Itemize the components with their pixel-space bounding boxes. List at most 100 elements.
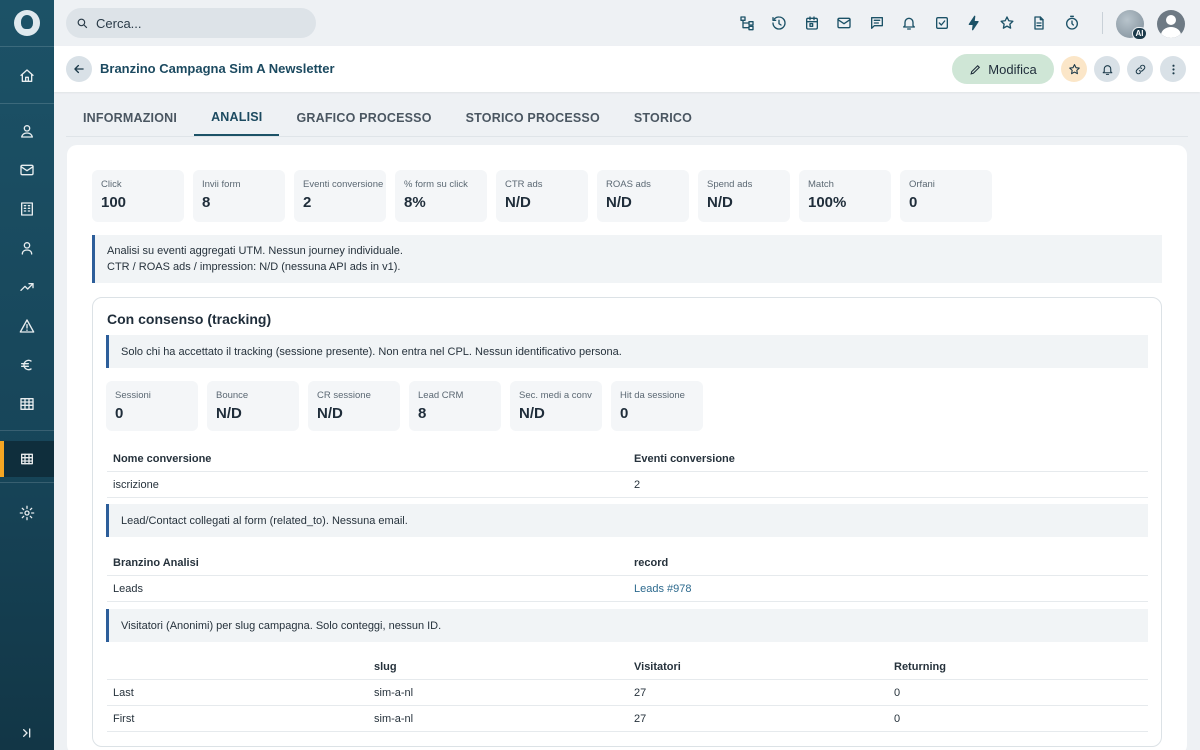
sitemap-icon: [740, 16, 754, 31]
conversions-table: Nome conversione Eventi conversione iscr…: [107, 446, 1148, 498]
notifications-button[interactable]: [897, 11, 921, 35]
kpi-value: N/D: [317, 405, 343, 422]
kpi-value: 8: [418, 405, 427, 422]
timer-icon: [1066, 15, 1078, 30]
more-options-button[interactable]: [1160, 56, 1186, 82]
sidebar-item-analytics[interactable]: [0, 269, 54, 305]
kpi-card: Match 100%: [799, 170, 891, 222]
app-logo[interactable]: [14, 10, 40, 36]
sidebar-item-settings[interactable]: [0, 495, 54, 531]
calendar-icon: [806, 16, 818, 30]
bell-icon: [903, 17, 915, 30]
table-row: Last sim-a-nl 27 0: [107, 680, 1148, 706]
record-tabs: INFORMAZIONI ANALISI GRAFICO PROCESSO ST…: [66, 100, 709, 136]
sidebar-item-tables[interactable]: [0, 386, 54, 422]
copy-link-button[interactable]: [1127, 56, 1153, 82]
kpi-label: Orfani: [909, 179, 935, 190]
mail-button[interactable]: [832, 11, 856, 35]
table-header-row: Branzino Analisi record: [107, 550, 1148, 576]
kpi-label: Lead CRM: [418, 390, 464, 401]
kpi-value: 0: [909, 194, 918, 211]
tasks-button[interactable]: [930, 11, 954, 35]
search-input[interactable]: [96, 15, 296, 31]
topbar-divider: [1102, 12, 1103, 34]
kpi-value: 100: [101, 194, 127, 211]
sidebar-item-mail[interactable]: [0, 152, 54, 188]
info-note-line: Analisi su eventi aggregati UTM. Nessun …: [107, 245, 403, 257]
section-title: Con consenso (tracking): [107, 311, 272, 327]
chat-button[interactable]: [865, 11, 889, 35]
kpi-card: Hit da sessione 0: [611, 381, 703, 431]
settings-icon: [19, 505, 35, 521]
search-box[interactable]: [66, 8, 316, 38]
kpi-label: Sec. medi a conv: [519, 390, 592, 401]
kpi-card: % form su click 8%: [395, 170, 487, 222]
tabs-divider: [66, 136, 1188, 137]
tab-analisi[interactable]: ANALISI: [194, 100, 280, 136]
sidebar-item-finance[interactable]: [0, 347, 54, 383]
column-header: Branzino Analisi: [113, 557, 199, 569]
automation-button[interactable]: [962, 11, 986, 35]
edit-button[interactable]: Modifica: [952, 54, 1054, 84]
sidebar-item-alerts[interactable]: [0, 308, 54, 344]
history-button[interactable]: [767, 11, 791, 35]
kpi-label: Bounce: [216, 390, 249, 401]
documents-button[interactable]: [1027, 11, 1051, 35]
kpi-value: 100%: [808, 194, 847, 211]
kpi-value: N/D: [505, 194, 531, 211]
grid-icon: [21, 453, 33, 465]
kpi-value: 0: [620, 405, 629, 422]
tab-storico-processo[interactable]: STORICO PROCESSO: [449, 100, 617, 136]
sidebar-item-contacts[interactable]: [0, 230, 54, 266]
sidebar-divider: [0, 482, 54, 483]
kpi-label: % form su click: [404, 179, 468, 190]
link-icon: [1135, 64, 1145, 74]
kpi-value: 8: [202, 194, 211, 211]
calendar-button[interactable]: [800, 11, 824, 35]
document-icon: [1034, 16, 1044, 30]
user-avatar[interactable]: [1157, 10, 1185, 38]
timer-button[interactable]: [1060, 11, 1084, 35]
sidebar-item-companies[interactable]: [0, 191, 54, 227]
sidebar-item-grid[interactable]: [0, 441, 54, 477]
edit-button-label: Modifica: [988, 61, 1037, 77]
table-cell: Last: [113, 687, 134, 699]
lead-note: Lead/Contact collegati al form (related_…: [106, 504, 1148, 537]
kpi-label: Hit da sessione: [620, 390, 685, 401]
record-link[interactable]: Leads #978: [634, 583, 692, 595]
kpi-value: 0: [115, 405, 124, 422]
sidebar-collapse-button[interactable]: [0, 715, 54, 750]
kpi-card: Sessioni 0: [106, 381, 198, 431]
kpi-card: ROAS ads N/D: [597, 170, 689, 222]
table-cell: 27: [634, 713, 647, 725]
topbar: AI: [54, 0, 1200, 46]
tab-grafico-processo[interactable]: GRAFICO PROCESSO: [279, 100, 448, 136]
follow-button[interactable]: [1094, 56, 1120, 82]
favorite-button[interactable]: [1061, 56, 1087, 82]
analysis-table: Branzino Analisi record Leads Leads #978: [107, 550, 1148, 602]
back-button[interactable]: [66, 56, 92, 82]
kpi-card: Bounce N/D: [207, 381, 299, 431]
bolt-icon: [968, 15, 979, 31]
kpi-label: Match: [808, 179, 834, 190]
record-header: Branzino Campagna Sim A Newsletter Modif…: [54, 46, 1200, 92]
column-header: Nome conversione: [113, 453, 212, 465]
column-header: slug: [374, 661, 397, 673]
table-header-row: slug Visitatori Returning: [107, 654, 1148, 680]
trend-icon: [20, 283, 34, 291]
sidebar-item-home[interactable]: [0, 58, 54, 94]
favorites-button[interactable]: [995, 11, 1019, 35]
sitemap-button[interactable]: [735, 11, 759, 35]
mail-icon: [20, 164, 34, 176]
tab-informazioni[interactable]: INFORMAZIONI: [66, 100, 194, 136]
mail-icon: [837, 17, 851, 29]
visitor-note: Visitatori (Anonimi) per slug campagna. …: [106, 609, 1148, 642]
visitors-table: slug Visitatori Returning Last sim-a-nl …: [107, 654, 1148, 732]
chat-icon: [871, 17, 883, 29]
kpi-value: 2: [303, 194, 312, 211]
table-cell: sim-a-nl: [374, 687, 414, 699]
sidebar-item-users[interactable]: [0, 113, 54, 149]
task-icon: [936, 17, 948, 29]
sidebar: [0, 0, 54, 750]
tab-storico[interactable]: STORICO: [617, 100, 709, 136]
